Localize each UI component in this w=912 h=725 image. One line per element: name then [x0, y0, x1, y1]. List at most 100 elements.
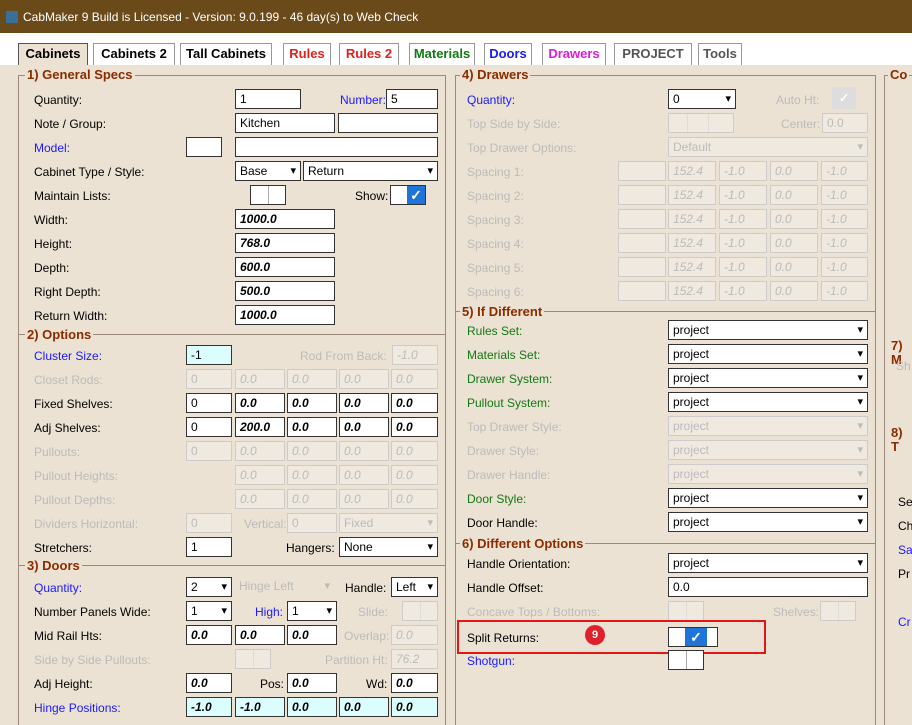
closet-rods-count[interactable]: 0 — [186, 369, 232, 389]
pullout-heights-2[interactable]: 0.0 — [287, 465, 337, 485]
show-toggle[interactable]: ✓ — [390, 185, 426, 205]
spacing-4-value-1[interactable]: 152.4 — [668, 233, 716, 253]
spacing-1-toggle[interactable] — [618, 161, 666, 181]
width-input[interactable]: 1000.0 — [235, 209, 335, 229]
split-returns-toggle[interactable]: ✓ — [668, 627, 718, 647]
handle-offset-input[interactable]: 0.0 — [668, 577, 868, 597]
pos-input[interactable]: 0.0 — [287, 673, 337, 693]
tab-project[interactable]: PROJECT — [614, 43, 692, 65]
fixed-shelves-pos-2[interactable]: 0.0 — [287, 393, 337, 413]
center-input[interactable]: 0.0 — [822, 113, 868, 133]
drawer-style-select[interactable]: project ▾ — [668, 440, 868, 460]
spacing-2-toggle[interactable] — [618, 185, 666, 205]
note-group-input[interactable]: Kitchen — [235, 113, 335, 133]
hinge-position-1[interactable]: -1.0 — [186, 697, 232, 717]
hangers-select[interactable]: None ▾ — [339, 537, 438, 557]
spacing-3-value-1[interactable]: 152.4 — [668, 209, 716, 229]
spacing-6-value-3[interactable]: 0.0 — [770, 281, 818, 301]
spacing-1-value-1[interactable]: 152.4 — [668, 161, 716, 181]
fixed-shelves-pos-3[interactable]: 0.0 — [339, 393, 389, 413]
spacing-2-value-4[interactable]: -1.0 — [821, 185, 868, 205]
pullout-depths-1[interactable]: 0.0 — [235, 489, 285, 509]
cabinet-type-select[interactable]: Base ▾ — [235, 161, 301, 181]
drawer-quantity-select[interactable]: 0 ▾ — [668, 89, 736, 109]
concave-tops-toggle[interactable] — [668, 601, 704, 621]
closet-rods-pos-1[interactable]: 0.0 — [235, 369, 285, 389]
door-quantity-select[interactable]: 2 ▾ — [186, 577, 232, 597]
tab-cabinets-2[interactable]: Cabinets 2 — [93, 43, 175, 65]
hinge-position-5[interactable]: 0.0 — [391, 697, 438, 717]
side-by-side-pullouts-toggle[interactable] — [235, 649, 271, 669]
materials-set-select[interactable]: project ▾ — [668, 344, 868, 364]
spacing-4-value-4[interactable]: -1.0 — [821, 233, 868, 253]
top-drawer-style-select[interactable]: project ▾ — [668, 416, 868, 436]
handle-select[interactable]: Left ▾ — [391, 577, 438, 597]
drawer-system-select[interactable]: project ▾ — [668, 368, 868, 388]
hinge-position-4[interactable]: 0.0 — [339, 697, 389, 717]
spacing-6-value-2[interactable]: -1.0 — [719, 281, 767, 301]
spacing-4-value-2[interactable]: -1.0 — [719, 233, 767, 253]
spacing-6-value-4[interactable]: -1.0 — [821, 281, 868, 301]
depth-input[interactable]: 600.0 — [235, 257, 335, 277]
spacing-5-value-3[interactable]: 0.0 — [770, 257, 818, 277]
tab-cabinets[interactable]: Cabinets — [18, 43, 88, 66]
partition-ht-input[interactable]: 76.2 — [391, 649, 438, 669]
closet-rods-pos-3[interactable]: 0.0 — [339, 369, 389, 389]
rod-from-back-input[interactable]: -1.0 — [392, 345, 438, 365]
adj-shelves-pos-4[interactable]: 0.0 — [391, 417, 438, 437]
pullouts-pos-1[interactable]: 0.0 — [235, 441, 285, 461]
spacing-2-value-3[interactable]: 0.0 — [770, 185, 818, 205]
tab-drawers[interactable]: Drawers — [542, 43, 606, 65]
shotgun-toggle[interactable] — [668, 650, 704, 670]
pullout-heights-3[interactable]: 0.0 — [339, 465, 389, 485]
spacing-4-toggle[interactable] — [618, 233, 666, 253]
panels-high-select[interactable]: 1 ▾ — [287, 601, 337, 621]
hinge-side-select[interactable]: Hinge Left ▾ — [235, 577, 334, 597]
spacing-1-value-2[interactable]: -1.0 — [719, 161, 767, 181]
spacing-6-value-1[interactable]: 152.4 — [668, 281, 716, 301]
model-input[interactable] — [235, 137, 438, 157]
mid-rail-ht-1[interactable]: 0.0 — [186, 625, 232, 645]
note-group-input-2[interactable] — [338, 113, 438, 133]
spacing-5-value-1[interactable]: 152.4 — [668, 257, 716, 277]
adj-height-input[interactable]: 0.0 — [186, 673, 232, 693]
pullout-system-select[interactable]: project ▾ — [668, 392, 868, 412]
dividers-fixed-select[interactable]: Fixed ▾ — [339, 513, 438, 533]
tab-doors[interactable]: Doors — [484, 43, 532, 65]
return-width-input[interactable]: 1000.0 — [235, 305, 335, 325]
pullout-heights-1[interactable]: 0.0 — [235, 465, 285, 485]
panels-wide-select[interactable]: 1 ▾ — [186, 601, 232, 621]
tab-tall-cabinets[interactable]: Tall Cabinets — [180, 43, 272, 65]
drawer-handle-select[interactable]: project ▾ — [668, 464, 868, 484]
hinge-position-3[interactable]: 0.0 — [287, 697, 337, 717]
vertical-input[interactable]: 0 — [287, 513, 337, 533]
adj-shelves-pos-3[interactable]: 0.0 — [339, 417, 389, 437]
hinge-position-2[interactable]: -1.0 — [235, 697, 285, 717]
pullout-depths-2[interactable]: 0.0 — [287, 489, 337, 509]
shelves-toggle[interactable] — [820, 601, 856, 621]
door-handle-select[interactable]: project ▾ — [668, 512, 868, 532]
model-toggle[interactable] — [186, 137, 222, 157]
auto-ht-checkbox[interactable]: ✓ — [832, 87, 856, 109]
pullouts-pos-3[interactable]: 0.0 — [339, 441, 389, 461]
pullout-depths-3[interactable]: 0.0 — [339, 489, 389, 509]
adj-shelves-pos-1[interactable]: 200.0 — [235, 417, 285, 437]
adj-shelves-pos-2[interactable]: 0.0 — [287, 417, 337, 437]
adj-shelves-count[interactable]: 0 — [186, 417, 232, 437]
spacing-1-value-3[interactable]: 0.0 — [770, 161, 818, 181]
door-style-select[interactable]: project ▾ — [668, 488, 868, 508]
handle-orientation-select[interactable]: project ▾ — [668, 553, 868, 573]
spacing-5-toggle[interactable] — [618, 257, 666, 277]
pullouts-pos-4[interactable]: 0.0 — [391, 441, 438, 461]
wd-input[interactable]: 0.0 — [391, 673, 438, 693]
cabinet-style-select[interactable]: Return ▾ — [303, 161, 438, 181]
cluster-size-input[interactable]: -1 — [186, 345, 232, 365]
top-drawer-options-select[interactable]: Default ▾ — [668, 137, 868, 157]
spacing-3-value-3[interactable]: 0.0 — [770, 209, 818, 229]
fixed-shelves-pos-4[interactable]: 0.0 — [391, 393, 438, 413]
overlap-input[interactable]: 0.0 — [391, 625, 438, 645]
spacing-5-value-2[interactable]: -1.0 — [719, 257, 767, 277]
tab-tools[interactable]: Tools — [698, 43, 742, 65]
spacing-6-toggle[interactable] — [618, 281, 666, 301]
closet-rods-pos-2[interactable]: 0.0 — [287, 369, 337, 389]
